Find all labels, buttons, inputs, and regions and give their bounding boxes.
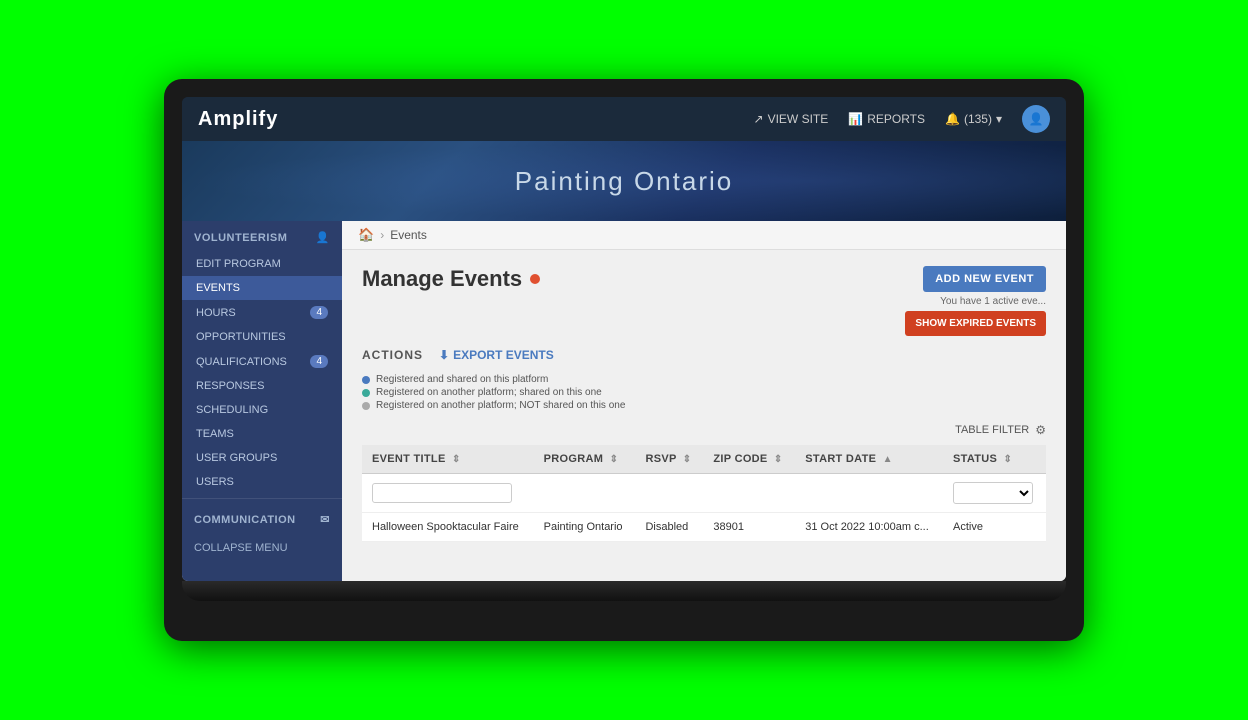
sidebar-item-events[interactable]: EVENTS	[182, 276, 342, 300]
legend-dot-gray	[362, 402, 370, 410]
sidebar: VOLUNTEERISM 👤 EDIT PROGRAM EVENTS HOURS…	[182, 221, 342, 581]
col-program: PROGRAM ⇕	[534, 445, 636, 474]
page-title-row: Manage Events	[362, 266, 540, 292]
table-filter-label: TABLE FILTER	[955, 424, 1029, 436]
breadcrumb-separator: ›	[380, 228, 384, 242]
active-events-notice: You have 1 active eve...	[940, 296, 1046, 307]
breadcrumb-home-icon[interactable]: 🏠	[358, 227, 374, 243]
legend-dot-blue	[362, 376, 370, 384]
col-rsvp: RSVP ⇕	[635, 445, 703, 474]
filter-zip-cell	[703, 474, 795, 513]
filter-status-cell	[943, 474, 1046, 513]
content-area: 🏠 › Events Manage Events ADD NEW EVENT Y…	[342, 221, 1066, 581]
download-icon: ⬇	[439, 348, 449, 362]
filter-rsvp-cell	[635, 474, 703, 513]
sidebar-section-volunteerism: VOLUNTEERISM 👤	[182, 221, 342, 252]
legend: Registered and shared on this platform R…	[362, 374, 1046, 411]
banner-title: Painting Ontario	[515, 166, 733, 197]
brand-logo: Amplify	[198, 108, 278, 131]
sidebar-item-qualifications[interactable]: QUALIFICATIONS 4	[182, 349, 342, 374]
cell-zip-code: 38901	[703, 513, 795, 542]
sort-icon-status[interactable]: ⇕	[1004, 454, 1013, 465]
status-filter-select[interactable]	[953, 482, 1033, 504]
legend-item-0: Registered and shared on this platform	[362, 374, 1046, 385]
title-indicator	[530, 274, 540, 284]
notifications-button[interactable]: 🔔 (135) ▾	[945, 112, 1002, 126]
sidebar-item-user-groups[interactable]: USER GROUPS	[182, 446, 342, 470]
sidebar-section-icon: 👤	[316, 231, 330, 244]
page-title: Manage Events	[362, 266, 522, 292]
view-site-button[interactable]: ↗ VIEW SITE	[754, 112, 829, 126]
events-table: EVENT TITLE ⇕ PROGRAM ⇕ RSVP ⇕	[362, 445, 1046, 542]
table-row[interactable]: Halloween Spooktacular Faire Painting On…	[362, 513, 1046, 542]
sidebar-item-responses[interactable]: RESPONSES	[182, 374, 342, 398]
breadcrumb-current: Events	[390, 228, 427, 242]
filter-icon[interactable]: ⚙	[1035, 423, 1046, 437]
chevron-down-icon: ▾	[996, 112, 1002, 126]
sidebar-divider	[182, 498, 342, 499]
cell-start-date: 31 Oct 2022 10:00am c...	[795, 513, 943, 542]
top-navigation: Amplify ↗ VIEW SITE 📊 REPORTS 🔔 (135) ▾ …	[182, 97, 1066, 141]
cell-event-title: Halloween Spooktacular Faire	[362, 513, 534, 542]
sidebar-item-edit-program[interactable]: EDIT PROGRAM	[182, 252, 342, 276]
sidebar-item-scheduling[interactable]: SCHEDULING	[182, 398, 342, 422]
sort-icon-program[interactable]: ⇕	[610, 454, 619, 465]
hours-badge: 4	[310, 306, 328, 319]
filter-program-cell	[534, 474, 636, 513]
table-header-row: EVENT TITLE ⇕ PROGRAM ⇕ RSVP ⇕	[362, 445, 1046, 474]
main-area: VOLUNTEERISM 👤 EDIT PROGRAM EVENTS HOURS…	[182, 221, 1066, 581]
user-avatar[interactable]: 👤	[1022, 105, 1050, 133]
actions-row: ACTIONS ⬇ EXPORT EVENTS	[362, 348, 1046, 362]
bar-chart-icon: 📊	[848, 112, 863, 126]
banner: Painting Ontario	[182, 141, 1066, 221]
legend-dot-teal	[362, 389, 370, 397]
avatar-icon: 👤	[1029, 112, 1044, 126]
export-events-button[interactable]: ⬇ EXPORT EVENTS	[439, 348, 554, 362]
filter-title-cell	[362, 474, 534, 513]
sort-icon-title[interactable]: ⇕	[452, 454, 461, 465]
collapse-menu-button[interactable]: COLLAPSE MENU	[182, 534, 342, 562]
add-new-event-button[interactable]: ADD NEW EVENT	[923, 266, 1046, 292]
sort-icon-date[interactable]: ▲	[883, 454, 893, 465]
qualifications-badge: 4	[310, 355, 328, 368]
bell-icon: 🔔	[945, 112, 960, 126]
col-event-title: EVENT TITLE ⇕	[362, 445, 534, 474]
actions-label: ACTIONS	[362, 348, 423, 362]
legend-item-1: Registered on another platform; shared o…	[362, 387, 1046, 398]
content-inner: Manage Events ADD NEW EVENT You have 1 a…	[342, 250, 1066, 558]
sidebar-item-opportunities[interactable]: OPPORTUNITIES	[182, 325, 342, 349]
table-filter-row: TABLE FILTER ⚙	[362, 423, 1046, 437]
sidebar-item-hours[interactable]: HOURS 4	[182, 300, 342, 325]
laptop-base	[182, 581, 1066, 601]
cell-status: Active	[943, 513, 1046, 542]
sort-icon-rsvp[interactable]: ⇕	[683, 454, 692, 465]
communication-icon: ✉	[320, 513, 330, 526]
reports-button[interactable]: 📊 REPORTS	[848, 112, 925, 126]
external-link-icon: ↗	[754, 112, 764, 126]
cell-rsvp: Disabled	[635, 513, 703, 542]
breadcrumb: 🏠 › Events	[342, 221, 1066, 250]
top-nav-right: ↗ VIEW SITE 📊 REPORTS 🔔 (135) ▾ 👤	[754, 105, 1051, 133]
sort-icon-zip[interactable]: ⇕	[774, 454, 783, 465]
col-status: STATUS ⇕	[943, 445, 1046, 474]
filter-date-cell	[795, 474, 943, 513]
search-title-input[interactable]	[372, 483, 512, 503]
sidebar-section-communication: COMMUNICATION ✉	[182, 503, 342, 534]
col-zip-code: ZIP CODE ⇕	[703, 445, 795, 474]
show-expired-events-button[interactable]: SHOW EXPIRED EVENTS	[905, 311, 1046, 336]
sidebar-item-teams[interactable]: TEAMS	[182, 422, 342, 446]
cell-program: Painting Ontario	[534, 513, 636, 542]
legend-item-2: Registered on another platform; NOT shar…	[362, 400, 1046, 411]
sidebar-item-users[interactable]: USERS	[182, 470, 342, 494]
col-start-date: START DATE ▲	[795, 445, 943, 474]
table-filter-inputs-row	[362, 474, 1046, 513]
